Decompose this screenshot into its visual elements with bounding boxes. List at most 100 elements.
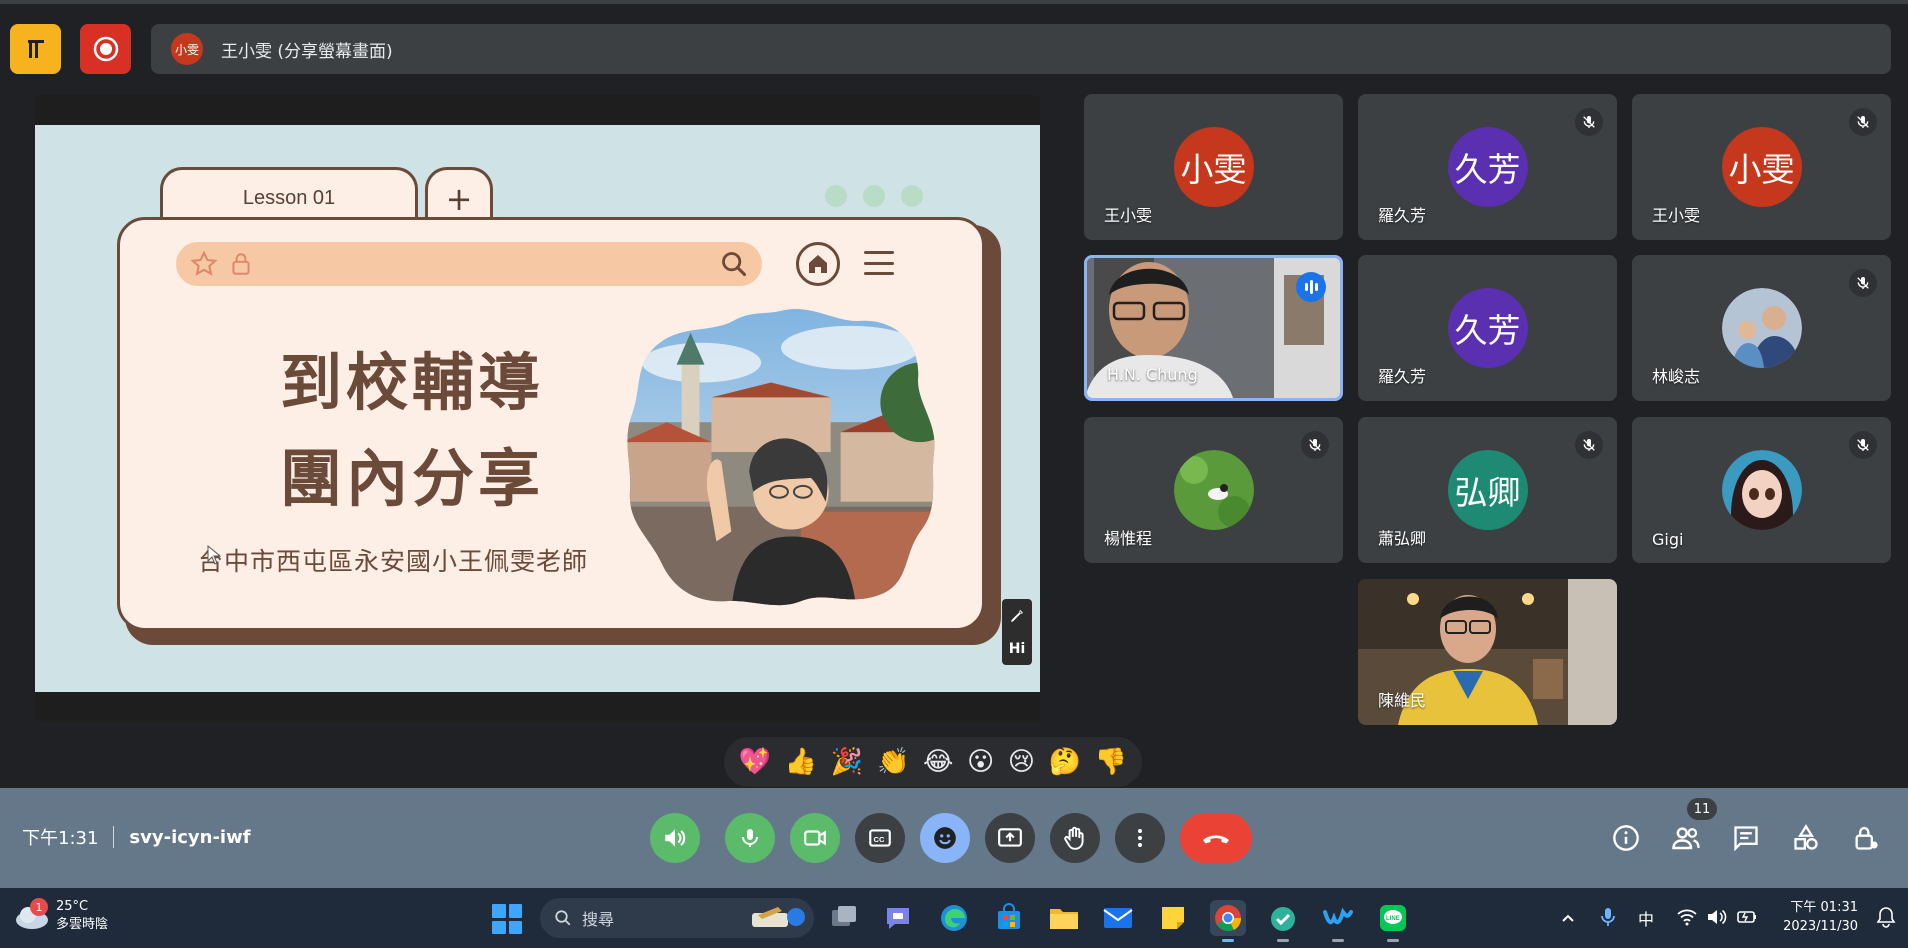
task-view-button[interactable] (826, 900, 862, 936)
mic-off-icon (1849, 269, 1877, 297)
sticky-notes-button[interactable] (1155, 900, 1191, 936)
system-clock[interactable]: 下午 01:31 2023/11/30 (1778, 898, 1858, 936)
edge-browser-button[interactable] (936, 900, 972, 936)
participant-tile[interactable]: Gigi (1632, 417, 1891, 563)
meeting-time: 下午1:31 (22, 828, 99, 849)
participant-avatar-photo (1173, 450, 1254, 530)
reaction-surprised[interactable]: 😮 (967, 747, 994, 777)
participant-name: Gigi (1652, 530, 1684, 549)
host-controls-button[interactable] (1848, 820, 1884, 856)
reaction-thumbs-up[interactable]: 👍 (785, 747, 817, 777)
slide-title-line2: 團內分享 (280, 442, 545, 515)
slide-subtitle: 台中市西屯區永安國小王佩雯老師 (198, 547, 589, 576)
annotation-toolbar[interactable]: Hi (1002, 599, 1032, 665)
teams-chat-button[interactable] (880, 900, 916, 936)
more-options-button[interactable] (1115, 813, 1165, 863)
clock-date: 2023/11/30 (1783, 919, 1858, 934)
reaction-crying[interactable]: 😢 (1008, 747, 1035, 777)
window-top-edge (0, 0, 1908, 4)
webex-button[interactable] (1320, 900, 1356, 942)
line-icon: LINE (1380, 905, 1406, 931)
microsoft-store-button[interactable] (991, 900, 1027, 936)
reactions-bar: 💖 👍 🎉 👏 😂 😮 😢 🤔 👎 (724, 737, 1142, 787)
people-icon (1672, 827, 1700, 850)
participant-tile[interactable]: 弘卿 蕭弘卿 (1358, 417, 1617, 563)
raise-hand-button[interactable] (1050, 813, 1100, 863)
activities-button[interactable] (1788, 820, 1824, 856)
svg-text:LINE: LINE (1386, 916, 1400, 922)
chrome-button[interactable] (1210, 900, 1246, 942)
mail-button[interactable] (1100, 900, 1136, 936)
shapes-icon (1794, 824, 1818, 850)
task-check-icon (1271, 907, 1295, 931)
participant-name: 蕭弘卿 (1378, 529, 1427, 548)
participant-tile[interactable]: 小雯 王小雯 (1084, 94, 1343, 240)
participant-tile[interactable]: 久芳 羅久芳 (1358, 255, 1617, 401)
taskbar-search-box[interactable]: 搜尋 (540, 898, 814, 938)
speaker-button[interactable] (650, 813, 700, 863)
slide-title-line1: 到校輔導 (280, 346, 545, 419)
teams-chat-icon (887, 908, 909, 929)
layout-icon (27, 40, 44, 58)
reaction-sparkling-heart[interactable]: 💖 (739, 747, 771, 777)
smiley-icon (934, 827, 956, 849)
chat-button[interactable] (1728, 820, 1764, 856)
battery-icon[interactable] (1736, 908, 1758, 926)
pen-label: Hi (1008, 640, 1026, 657)
microphone-button[interactable] (725, 813, 775, 863)
info-icon (1613, 825, 1639, 851)
microphone-tray-icon[interactable] (1600, 906, 1616, 928)
participant-tile-video[interactable]: H.N. Chung (1084, 255, 1343, 401)
camera-button[interactable] (790, 813, 840, 863)
weather-temperature: 25°C (56, 899, 89, 914)
meeting-details-button[interactable] (1608, 820, 1644, 856)
weather-widget[interactable]: 1 25°C 多雲時陰 (14, 898, 108, 934)
reaction-party-popper[interactable]: 🎉 (831, 747, 863, 777)
present-screen-button[interactable] (985, 813, 1035, 863)
task-app-button[interactable] (1265, 900, 1301, 942)
slide-search-bar (176, 242, 762, 286)
captions-button[interactable]: CC (855, 813, 905, 863)
participant-tile[interactable]: 小雯 王小雯 (1632, 94, 1891, 240)
presenter-banner[interactable]: 小雯 王小雯 (分享螢幕畫面) (151, 24, 1891, 74)
emoji-reactions-button[interactable] (920, 813, 970, 863)
reaction-clapping[interactable]: 👏 (877, 747, 909, 777)
participant-name: 王小雯 (1652, 206, 1701, 225)
participant-name: 羅久芳 (1378, 206, 1427, 225)
reaction-thumbs-down[interactable]: 👎 (1095, 747, 1127, 777)
file-explorer-button[interactable] (1046, 900, 1082, 936)
participant-tile[interactable]: 楊惟程 (1084, 417, 1343, 563)
people-button[interactable] (1668, 820, 1704, 856)
chevron-up-icon[interactable] (1560, 910, 1576, 926)
participant-tile-video[interactable]: 陳維民 (1358, 579, 1617, 725)
svg-text:CC: CC (874, 835, 885, 844)
leave-call-button[interactable] (1180, 813, 1252, 863)
closed-captions-icon: CC (869, 829, 891, 847)
participant-tile[interactable]: 久芳 羅久芳 (1358, 94, 1617, 240)
hang-up-icon (1203, 835, 1229, 844)
notification-bell-icon[interactable] (1876, 906, 1896, 928)
participant-avatar: 久芳 (1447, 127, 1528, 207)
participant-tile[interactable]: 林峻志 (1632, 255, 1891, 401)
reaction-laughing[interactable]: 😂 (923, 747, 953, 777)
shared-screen[interactable]: Lesson 01 + 到校輔導 團內分享 台中市西屯區永安國小王佩雯老師 Hi (35, 95, 1040, 722)
notification-badge: 1 (30, 898, 48, 916)
panel-toggle-button[interactable] (10, 24, 61, 74)
ime-indicator[interactable]: 中 (1638, 906, 1654, 930)
participant-avatar: 小雯 (1173, 127, 1254, 207)
top-bar: 小雯 王小雯 (分享螢幕畫面) (10, 24, 1891, 76)
recording-button[interactable] (80, 24, 131, 74)
wifi-icon[interactable] (1676, 908, 1698, 926)
line-app-button[interactable]: LINE (1375, 900, 1411, 942)
mic-off-icon (1575, 431, 1603, 459)
slide-photo (627, 309, 935, 606)
windows-start-button[interactable] (492, 904, 522, 934)
chat-icon (1734, 826, 1758, 852)
participant-avatar-photo (1721, 288, 1802, 368)
weather-description: 多雲時陰 (56, 917, 109, 932)
reaction-thinking[interactable]: 🤔 (1049, 747, 1081, 777)
slide-menu-icon (864, 248, 894, 278)
more-vertical-icon (1138, 829, 1142, 847)
slide-card: 到校輔導 團內分享 台中市西屯區永安國小王佩雯老師 (117, 217, 985, 631)
volume-icon[interactable] (1706, 908, 1728, 926)
